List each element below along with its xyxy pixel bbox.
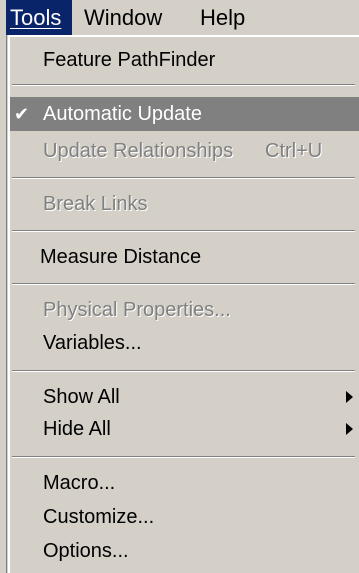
menu-item-update-relationships: Update Relationships Ctrl+U [10,134,359,168]
menu-item-options[interactable]: Options... [10,534,359,568]
menu-item-show-all[interactable]: Show All [10,380,359,414]
menu-item-customize[interactable]: Customize... [10,500,359,534]
menu-bar: Tools Window Help [0,0,359,35]
menu-item-label: Update Relationships [43,140,234,162]
menu-separator [12,177,355,179]
menu-separator [12,230,355,232]
menu-item-label: Variables... [43,332,142,354]
menu-separator [12,456,355,458]
tools-dropdown-menu: Feature PathFinder ✔ Automatic Update Up… [6,35,359,573]
menu-item-automatic-update[interactable]: ✔ Automatic Update [10,97,359,131]
submenu-arrow-icon [346,391,353,403]
menu-item-label: Measure Distance [40,246,202,268]
menu-item-label: Break Links [43,193,148,215]
menu-item-measure-distance[interactable]: Measure Distance [10,240,359,274]
menu-item-variables[interactable]: Variables... [10,326,359,360]
menu-item-label: Customize... [43,506,155,528]
menu-tools-label: Tools [10,5,62,30]
menu-item-label: Macro... [43,472,116,494]
menu-item-feature-pathfinder[interactable]: Feature PathFinder [10,43,359,77]
menu-window-label: Window [84,5,163,30]
menu-item-label: Automatic Update [43,103,202,125]
menu-separator [12,84,355,86]
menu-separator [12,370,355,372]
check-icon: ✔ [14,104,30,124]
menu-item-label: Options... [43,540,129,562]
menu-tools[interactable]: Tools [6,0,72,35]
menu-item-label: Feature PathFinder [43,49,216,71]
menu-item-label: Hide All [43,418,111,440]
submenu-arrow-icon [346,423,353,435]
menu-item-shortcut: Ctrl+U [265,140,323,162]
menu-separator [12,283,355,285]
menu-window[interactable]: Window [84,0,162,35]
menu-item-macro[interactable]: Macro... [10,466,359,500]
menu-item-break-links: Break Links [10,187,359,221]
menu-item-physical-properties: Physical Properties... [10,293,359,327]
menu-item-label: Physical Properties... [43,299,231,321]
menu-item-hide-all[interactable]: Hide All [10,412,359,446]
menu-help[interactable]: Help [200,0,245,35]
menu-item-label: Show All [43,386,120,408]
menu-help-label: Help [200,5,246,30]
